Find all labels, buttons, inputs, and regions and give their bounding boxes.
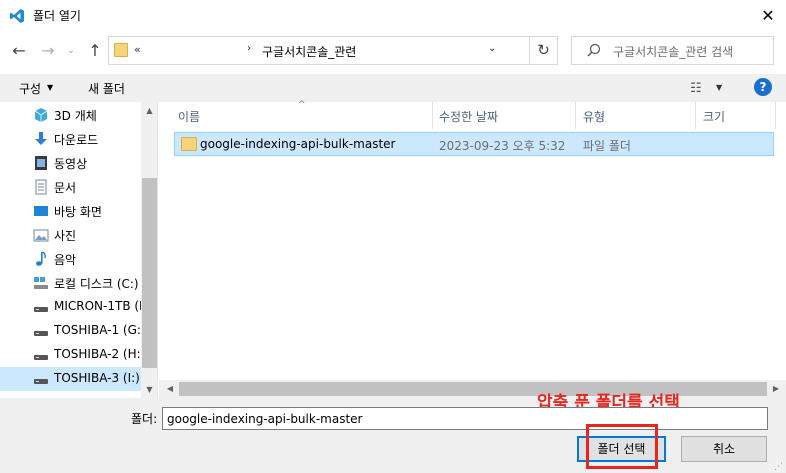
folder-name-input[interactable] <box>162 407 768 430</box>
column-header-row: 이름 ^ 수정한 날짜 유형 크기 <box>159 100 776 129</box>
sidebar-item[interactable]: TOSHIBA-2 (H:) <box>0 343 145 367</box>
sidebar-item-label: 사진 <box>54 229 77 243</box>
breadcrumb-separator-icon[interactable]: › <box>247 43 251 54</box>
column-header-type[interactable]: 유형 <box>583 108 605 125</box>
search-input[interactable]: 구글서치콘솔_관련 검색 <box>613 43 733 60</box>
sidebar-item-label: 음악 <box>54 253 77 267</box>
sidebar-item-label: TOSHIBA-3 (I:) <box>54 371 140 385</box>
chevron-down-icon[interactable]: ⌄ <box>488 43 496 54</box>
folder-icon <box>181 137 197 151</box>
view-options-icon[interactable]: ☷ <box>690 81 702 96</box>
back-button[interactable]: ← <box>8 40 30 62</box>
sidebar-item[interactable]: 3D 개체 <box>0 103 141 127</box>
sidebar-item[interactable]: 사진 <box>0 223 141 247</box>
column-divider[interactable] <box>432 102 433 129</box>
scroll-left-icon[interactable]: ◀ <box>163 380 177 398</box>
search-icon <box>587 43 601 57</box>
close-button[interactable]: ✕ <box>750 0 786 31</box>
file-list: 이름 ^ 수정한 날짜 유형 크기 google-indexing-api-bu… <box>159 100 786 398</box>
sidebar-item-label: 문서 <box>54 181 77 195</box>
caret-down-icon[interactable]: ▼ <box>47 83 53 92</box>
up-button[interactable]: ↑ <box>84 40 106 62</box>
column-divider[interactable] <box>775 102 776 129</box>
pictures-icon <box>33 227 49 243</box>
dialog-footer: 압축 푼 폴더를 선택 폴더: 폴더 선택 취소 ⋰ <box>0 393 786 473</box>
address-bar[interactable]: « › 구글서치콘솔_관련 ⌄ ↻ <box>108 36 558 65</box>
vscode-icon <box>10 9 24 23</box>
column-header-name[interactable]: 이름 <box>178 108 200 125</box>
cancel-button[interactable]: 취소 <box>681 436 767 462</box>
recent-locations-button[interactable]: ⌄ <box>64 40 78 62</box>
sidebar-item[interactable]: 바탕 화면 <box>0 199 141 223</box>
scroll-thumb[interactable] <box>142 178 157 368</box>
folder-icon <box>114 43 128 57</box>
download-icon <box>33 131 49 147</box>
sidebar-item[interactable]: TOSHIBA-3 (I:) <box>0 367 141 391</box>
navigation-pane: 3D 개체다운로드동영상문서바탕 화면사진음악로컬 디스크 (C:) MICRON… <box>0 102 158 398</box>
organize-button[interactable]: 구성 <box>19 80 41 97</box>
documents-icon <box>33 179 49 195</box>
refresh-button[interactable]: ↻ <box>529 37 557 64</box>
column-header-size[interactable]: 크기 <box>703 108 725 125</box>
3d-objects-icon <box>33 107 49 123</box>
column-divider[interactable] <box>575 102 576 129</box>
search-box[interactable]: 구글서치콘솔_관련 검색 <box>571 36 774 65</box>
music-icon <box>33 251 49 267</box>
sidebar-item-label: 로컬 디스크 (C:) <box>54 277 139 291</box>
file-modified: 2023-09-23 오후 5:32 <box>439 139 566 153</box>
drive-icon <box>33 347 49 363</box>
sort-ascending-icon: ^ <box>298 100 306 110</box>
nav-scrollbar[interactable]: ▲ ▼ <box>141 102 157 398</box>
column-header-modified[interactable]: 수정한 날짜 <box>439 108 498 125</box>
title-bar: 폴더 열기 ✕ <box>0 0 786 31</box>
help-icon[interactable]: ? <box>754 78 772 96</box>
scroll-up-icon[interactable]: ▲ <box>141 102 157 119</box>
desktop-icon <box>33 203 49 219</box>
sidebar-item-label: TOSHIBA-1 (G:) <box>54 323 146 337</box>
sidebar-item[interactable]: 문서 <box>0 175 141 199</box>
drive-icon <box>33 371 49 387</box>
breadcrumb-current[interactable]: 구글서치콘솔_관련 <box>262 43 356 60</box>
sidebar-item-label: 바탕 화면 <box>54 205 102 219</box>
scroll-right-icon[interactable]: ▶ <box>769 380 783 398</box>
videos-icon <box>33 155 49 171</box>
sidebar-item[interactable]: 로컬 디스크 (C:) <box>0 271 141 295</box>
column-divider[interactable] <box>695 102 696 129</box>
file-type: 파일 폴더 <box>583 139 631 153</box>
breadcrumb-overflow[interactable]: « <box>134 43 141 56</box>
sidebar-item-label: TOSHIBA-2 (H:) <box>54 347 146 361</box>
new-folder-button[interactable]: 새 폴더 <box>88 80 125 97</box>
sidebar-item-label: 3D 개체 <box>54 109 97 123</box>
sidebar-item-label: 동영상 <box>54 157 88 171</box>
sidebar-item[interactable]: 음악 <box>0 247 141 271</box>
sidebar-item[interactable]: MICRON-1TB (F <box>0 295 146 319</box>
resize-grip-icon[interactable]: ⋰ <box>774 462 783 472</box>
sidebar-item[interactable]: TOSHIBA-1 (G:) <box>0 319 146 343</box>
local-disk-icon <box>33 275 49 291</box>
folder-label: 폴더: <box>131 412 158 426</box>
scroll-down-icon[interactable]: ▼ <box>141 381 157 398</box>
toolbar: 구성 ▼ 새 폴더 ☷ ▼ ? <box>0 74 786 102</box>
drive-icon <box>33 323 49 339</box>
sidebar-item[interactable]: 동영상 <box>0 151 141 175</box>
forward-button[interactable]: → <box>37 40 59 62</box>
window-title: 폴더 열기 <box>33 9 81 23</box>
caret-down-icon[interactable]: ▼ <box>716 83 722 92</box>
file-row[interactable]: google-indexing-api-bulk-master 2023-09-… <box>174 132 774 156</box>
drive-icon <box>33 299 49 315</box>
annotation-highlight-box <box>586 424 658 469</box>
horizontal-scrollbar[interactable]: ◀ ▶ <box>159 380 786 398</box>
sidebar-item[interactable]: 다운로드 <box>0 127 141 151</box>
file-name: google-indexing-api-bulk-master <box>200 137 396 151</box>
sidebar-item-label: MICRON-1TB (F <box>54 299 146 313</box>
sidebar-item-label: 다운로드 <box>54 133 99 147</box>
